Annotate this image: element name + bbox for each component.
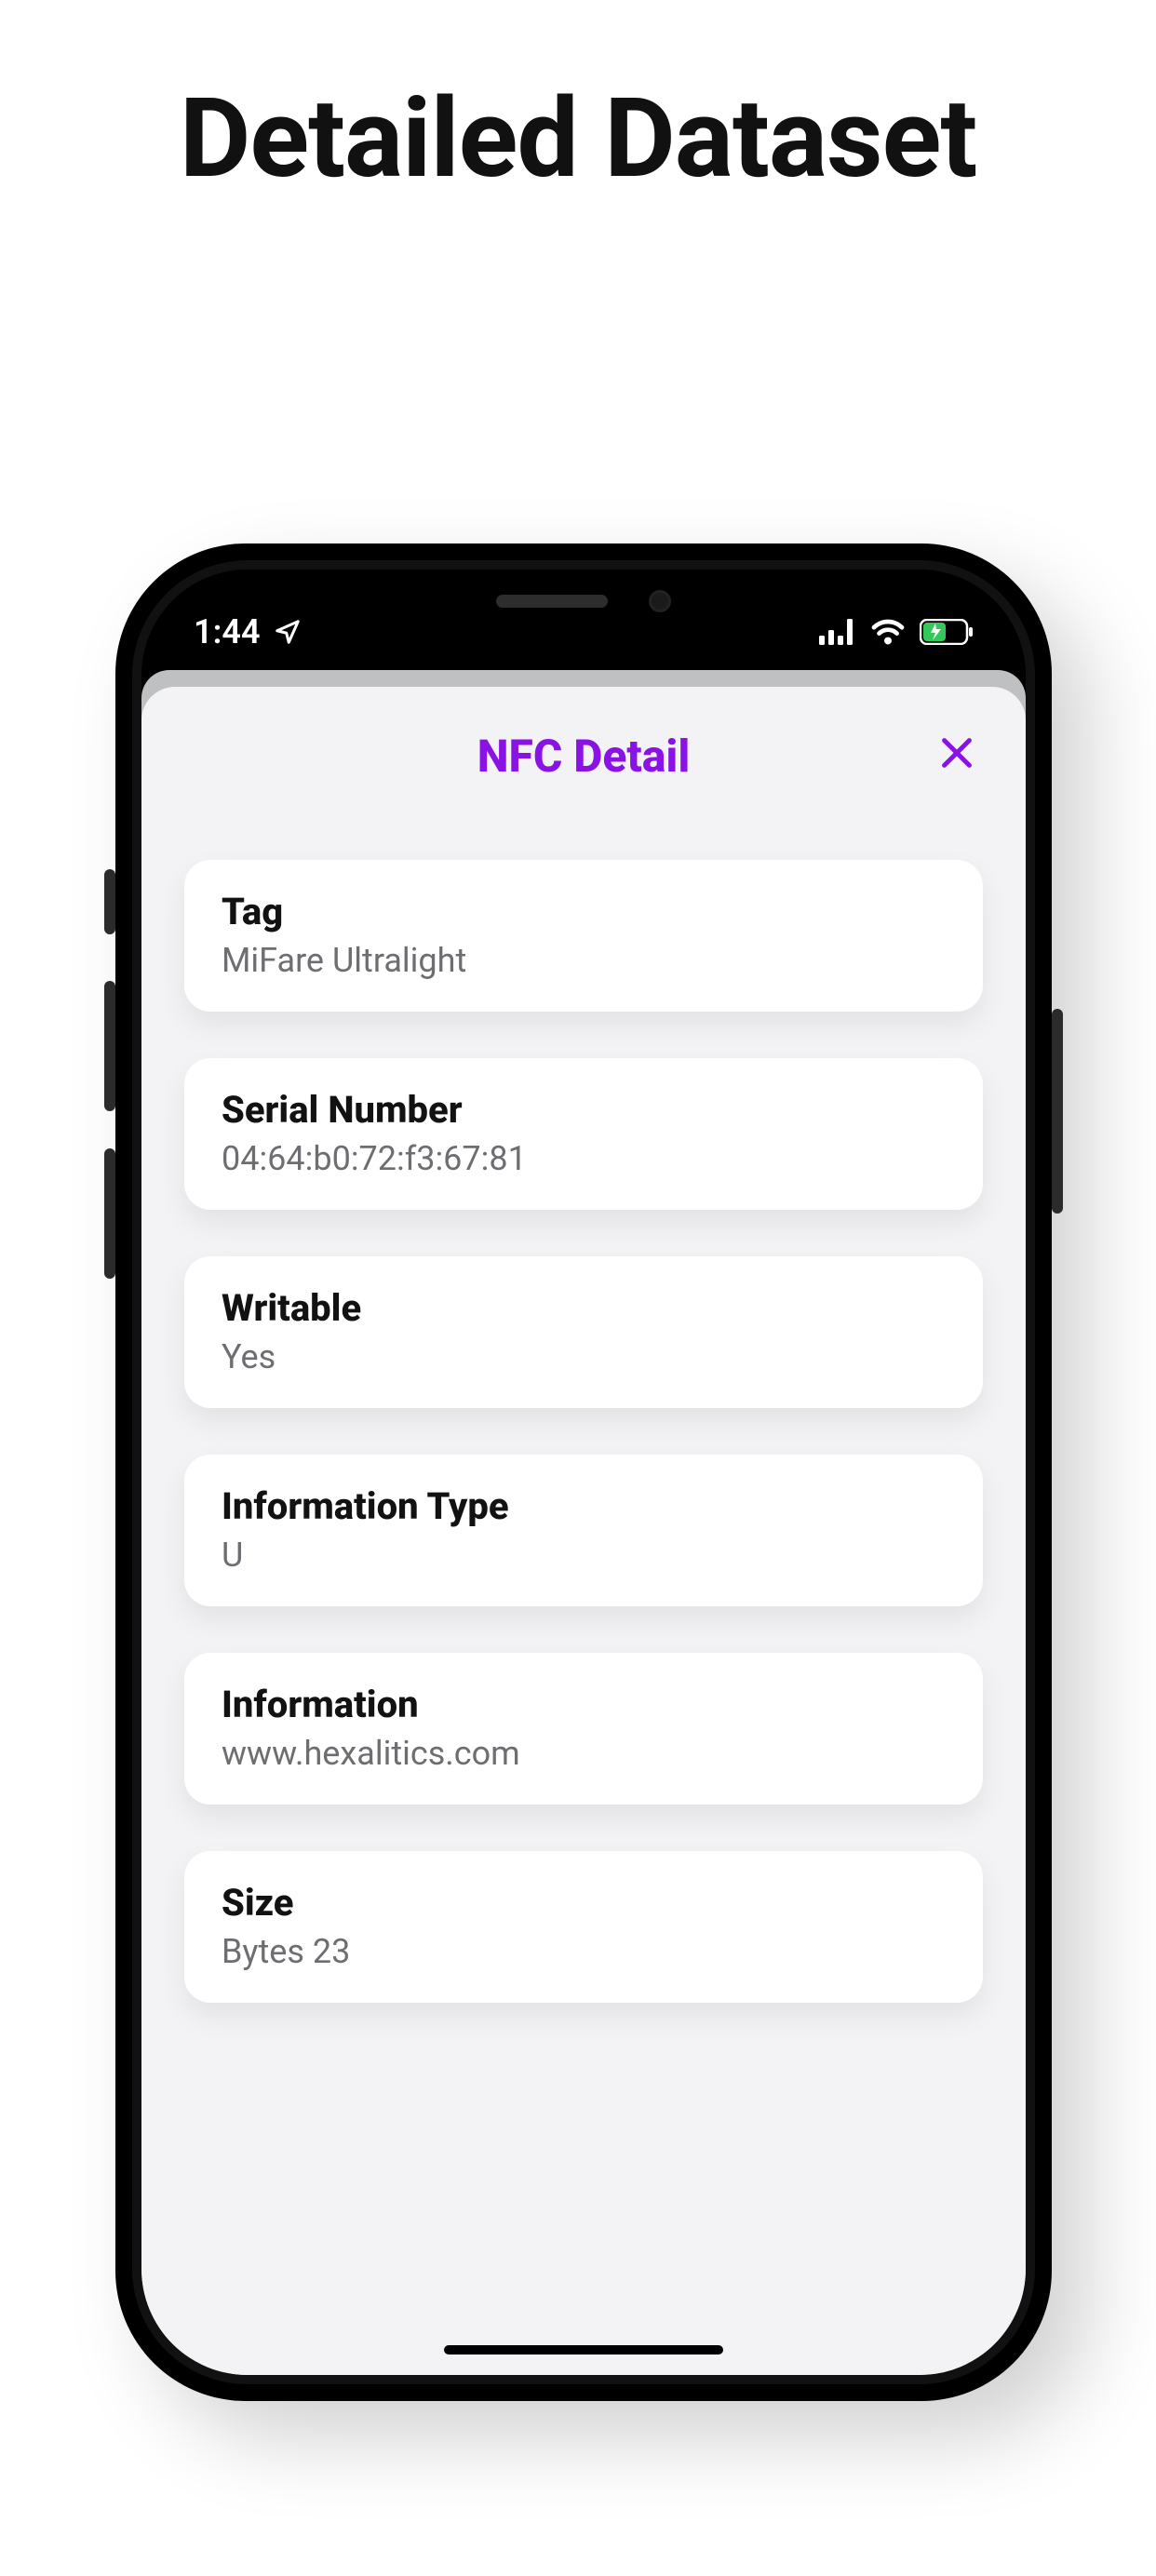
front-camera [649,590,671,612]
detail-card-list: Tag MiFare Ultralight Serial Number 04:6… [141,823,1026,2003]
silence-switch [104,869,115,934]
card-label: Writable [222,1286,946,1330]
close-icon [935,763,978,777]
status-time: 1:44 [194,612,261,651]
card-label: Information [222,1683,946,1726]
card-value: U [222,1536,946,1575]
card-information: Information www.hexalitics.com [184,1653,983,1805]
card-tag: Tag MiFare Ultralight [184,860,983,1012]
card-label: Serial Number [222,1088,946,1132]
close-button[interactable] [931,728,983,780]
sheet-title: NFC Detail [477,720,691,783]
volume-down-button [104,1148,115,1279]
location-icon [274,618,302,646]
battery-charging-icon [920,619,974,645]
sheet-header: NFC Detail [141,720,1026,823]
phone-frame: 1:44 [115,543,1052,2401]
volume-up-button [104,981,115,1111]
card-value: www.hexalitics.com [222,1734,946,1773]
cellular-signal-icon [819,619,856,645]
card-value: Yes [222,1337,946,1376]
detail-sheet: NFC Detail Tag MiFare Ultralight [141,687,1026,2375]
power-button [1052,1009,1063,1214]
card-serial-number: Serial Number 04:64:b0:72:f3:67:81 [184,1058,983,1210]
speaker [496,595,608,608]
card-size: Size Bytes 23 [184,1851,983,2003]
card-value: MiFare Ultralight [222,941,946,980]
home-indicator[interactable] [444,2345,723,2355]
phone-screen: 1:44 [141,570,1026,2375]
card-information-type: Information Type U [184,1455,983,1606]
card-label: Information Type [222,1484,946,1528]
card-value: Bytes 23 [222,1932,946,1971]
notch [383,570,784,633]
page-title: Detailed Dataset [0,74,1156,203]
wifi-icon [871,619,905,645]
card-label: Size [222,1881,946,1925]
card-value: 04:64:b0:72:f3:67:81 [222,1139,946,1178]
card-label: Tag [222,890,946,933]
card-writable: Writable Yes [184,1256,983,1408]
